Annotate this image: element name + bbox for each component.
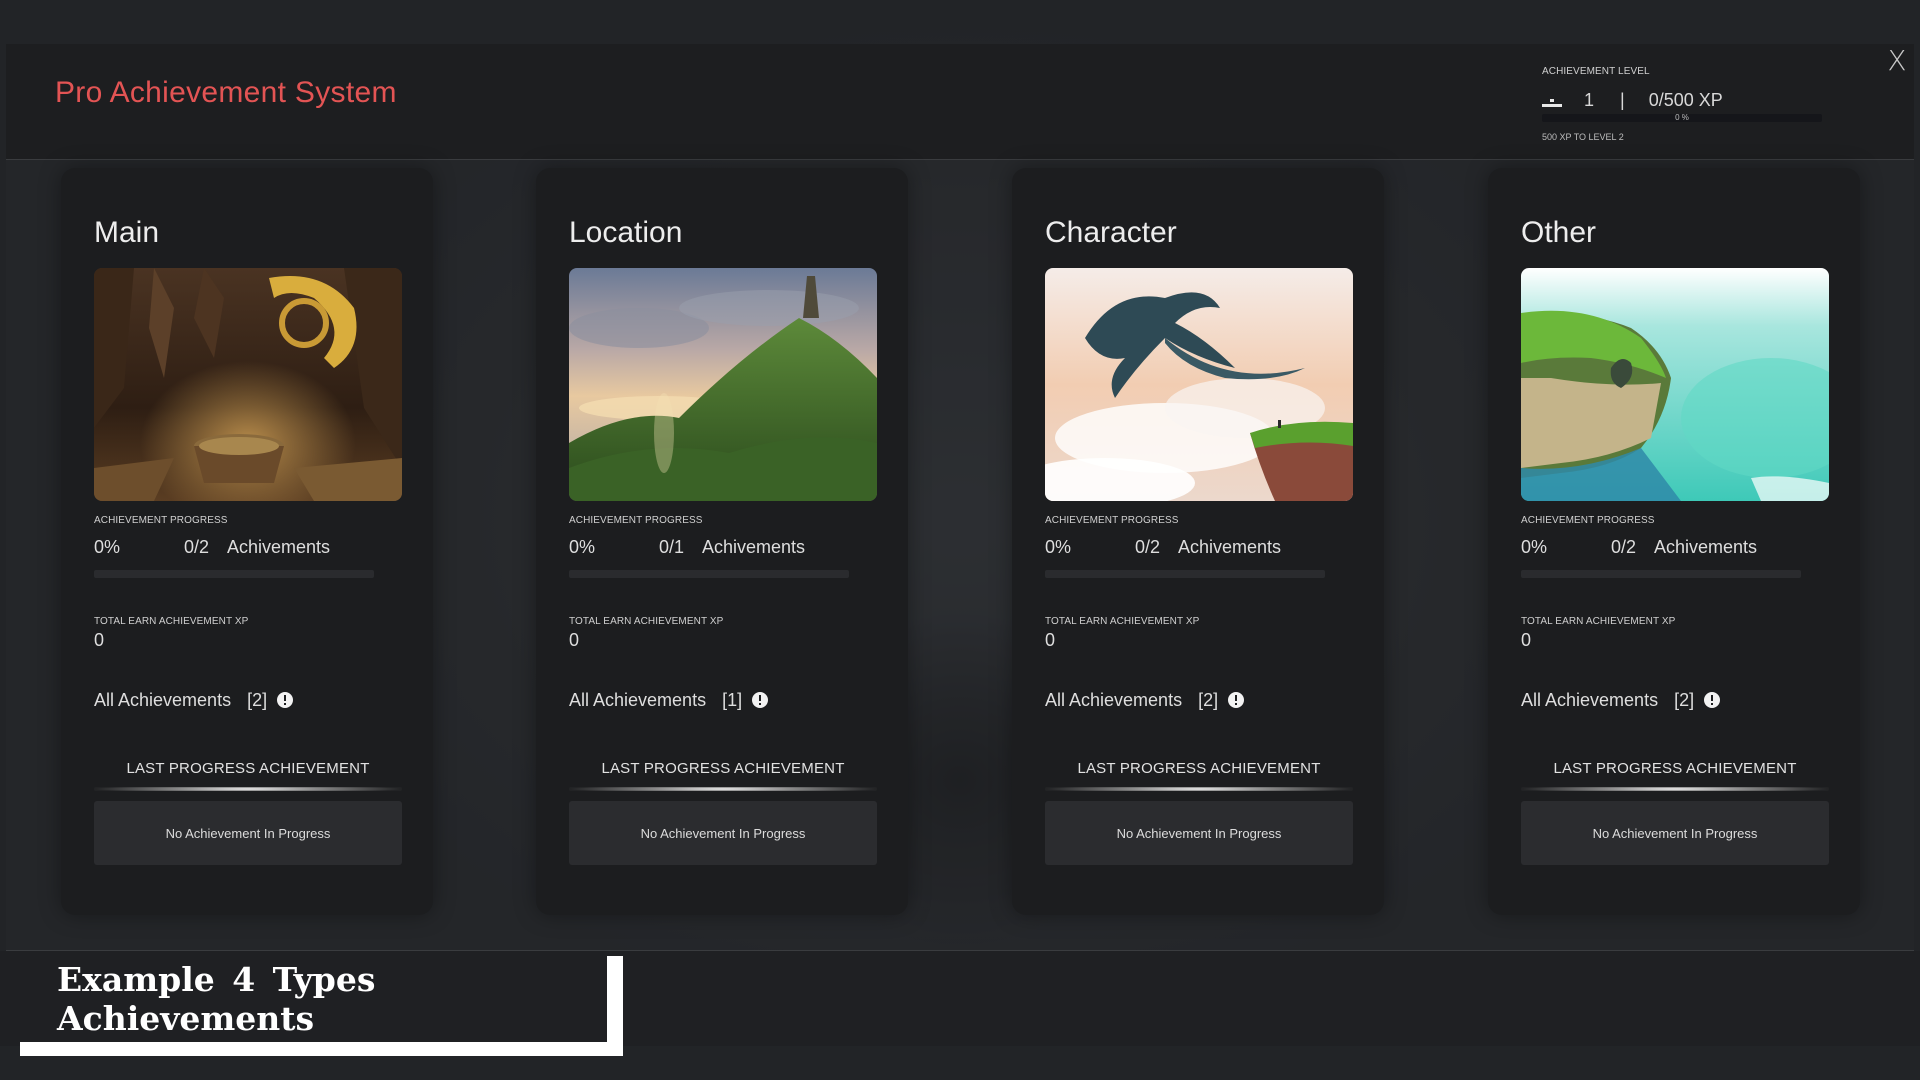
level-icon <box>1542 93 1562 107</box>
achievement-progress-label: ACHIEVEMENT PROGRESS <box>94 515 228 526</box>
progress-word: Achivements <box>1178 537 1282 557</box>
card-title: Other <box>1521 216 1597 249</box>
last-progress-divider <box>1045 787 1353 791</box>
last-progress-box: No Achievement In Progress <box>569 801 877 865</box>
all-achievements-label: All Achievements <box>1045 689 1183 710</box>
achievement-progress-label: ACHIEVEMENT PROGRESS <box>569 515 703 526</box>
next-level-text: 500 XP TO LEVEL 2 <box>1542 132 1624 142</box>
achievement-level-row: 1 | 0/500 XP <box>1542 88 1723 112</box>
category-card-other: Other ACHIEVEMENT PROGRESS 0% 0/2 Achive… <box>1488 168 1860 915</box>
alert-icon <box>752 692 769 708</box>
achievement-progress-bar <box>569 570 849 578</box>
all-achievements-link[interactable]: All Achievements [2] <box>1521 688 1721 712</box>
achievement-progress-label: ACHIEVEMENT PROGRESS <box>1045 515 1179 526</box>
all-achievements-count: [2] <box>247 689 268 710</box>
all-achievements-label: All Achievements <box>94 689 232 710</box>
achievement-level-label: ACHIEVEMENT LEVEL <box>1542 66 1650 77</box>
achievement-progress-bar <box>1521 570 1801 578</box>
category-card-location: Location ACHIEVEMENT PROGRESS 0% 0/1 Ach… <box>536 168 908 915</box>
total-xp-label: TOTAL EARN ACHIEVEMENT XP <box>94 616 249 627</box>
all-achievements-label: All Achievements <box>569 689 707 710</box>
progress-count: 0/2 <box>184 537 210 557</box>
total-xp-value: 0 <box>94 630 105 650</box>
progress-percent: 0% <box>94 537 121 557</box>
example-banner: Example 4 Types Achievements <box>20 956 607 1042</box>
last-progress-divider <box>94 787 402 791</box>
all-achievements-link[interactable]: All Achievements [2] <box>94 688 294 712</box>
last-progress-label: LAST PROGRESS ACHIEVEMENT <box>1077 760 1321 777</box>
level-progress-bar: 0 % <box>1542 114 1822 122</box>
alert-icon <box>1704 692 1721 708</box>
last-progress-label: LAST PROGRESS ACHIEVEMENT <box>1553 760 1797 777</box>
achievement-progress-row: 0% 0/2 Achivements <box>1521 537 1821 561</box>
progress-count: 0/2 <box>1135 537 1161 557</box>
progress-word: Achivements <box>227 537 331 557</box>
last-progress-label: LAST PROGRESS ACHIEVEMENT <box>601 760 845 777</box>
all-achievements-label: All Achievements <box>1521 689 1659 710</box>
progress-word: Achivements <box>702 537 806 557</box>
card-title: Character <box>1045 216 1177 249</box>
achievement-xp-value: 0/500 XP <box>1648 89 1723 110</box>
total-xp-label: TOTAL EARN ACHIEVEMENT XP <box>1521 616 1676 627</box>
progress-count: 0/1 <box>659 537 685 557</box>
category-card-character: Character ACHIEVEMENT PROGRESS 0% 0/2 Ac… <box>1012 168 1384 915</box>
last-progress-box: No Achievement In Progress <box>1045 801 1353 865</box>
progress-word: Achivements <box>1654 537 1758 557</box>
total-xp-label: TOTAL EARN ACHIEVEMENT XP <box>1045 616 1200 627</box>
last-progress-divider <box>569 787 877 791</box>
all-achievements-count: [1] <box>722 689 743 710</box>
last-progress-label: LAST PROGRESS ACHIEVEMENT <box>126 760 370 777</box>
total-xp-value: 0 <box>1521 630 1532 650</box>
card-title: Main <box>94 216 160 249</box>
last-progress-box: No Achievement In Progress <box>94 801 402 865</box>
all-achievements-count: [2] <box>1198 689 1219 710</box>
progress-percent: 0% <box>569 537 596 557</box>
achievement-level-value: 1 <box>1584 89 1595 110</box>
achievement-progress-bar <box>1045 570 1325 578</box>
total-xp-label: TOTAL EARN ACHIEVEMENT XP <box>569 616 724 627</box>
total-xp-value: 0 <box>1045 630 1056 650</box>
sea-cliff-image <box>1521 268 1829 501</box>
category-card-main: Main ACHIEVEMENT PROGRESS 0% 0/2 Achivem… <box>61 168 433 915</box>
achievement-progress-label: ACHIEVEMENT PROGRESS <box>1521 515 1655 526</box>
achievement-level-panel: ACHIEVEMENT LEVEL 1 | 0/500 XP 0 % 500 X… <box>1542 66 1822 146</box>
level-separator: | <box>1620 89 1625 110</box>
alert-icon <box>277 692 294 708</box>
progress-count: 0/2 <box>1611 537 1637 557</box>
all-achievements-link[interactable]: All Achievements [1] <box>569 688 769 712</box>
achievement-progress-bar <box>94 570 374 578</box>
achievement-progress-row: 0% 0/1 Achivements <box>569 537 869 561</box>
close-button[interactable]: X <box>1884 46 1910 76</box>
alert-icon <box>1228 692 1245 708</box>
page-title: Pro Achievement System <box>55 76 397 109</box>
all-achievements-link[interactable]: All Achievements [2] <box>1045 688 1245 712</box>
achievement-progress-row: 0% 0/2 Achivements <box>1045 537 1345 561</box>
total-xp-value: 0 <box>569 630 580 650</box>
level-progress-text: 0 % <box>1675 113 1689 122</box>
last-progress-box: No Achievement In Progress <box>1521 801 1829 865</box>
dragon-sky-image <box>1045 268 1353 501</box>
card-title: Location <box>569 216 683 249</box>
cave-scene-image <box>94 268 402 501</box>
progress-percent: 0% <box>1521 537 1548 557</box>
all-achievements-count: [2] <box>1674 689 1695 710</box>
last-progress-divider <box>1521 787 1829 791</box>
progress-percent: 0% <box>1045 537 1072 557</box>
green-hill-image <box>569 268 877 501</box>
achievement-progress-row: 0% 0/2 Achivements <box>94 537 394 561</box>
